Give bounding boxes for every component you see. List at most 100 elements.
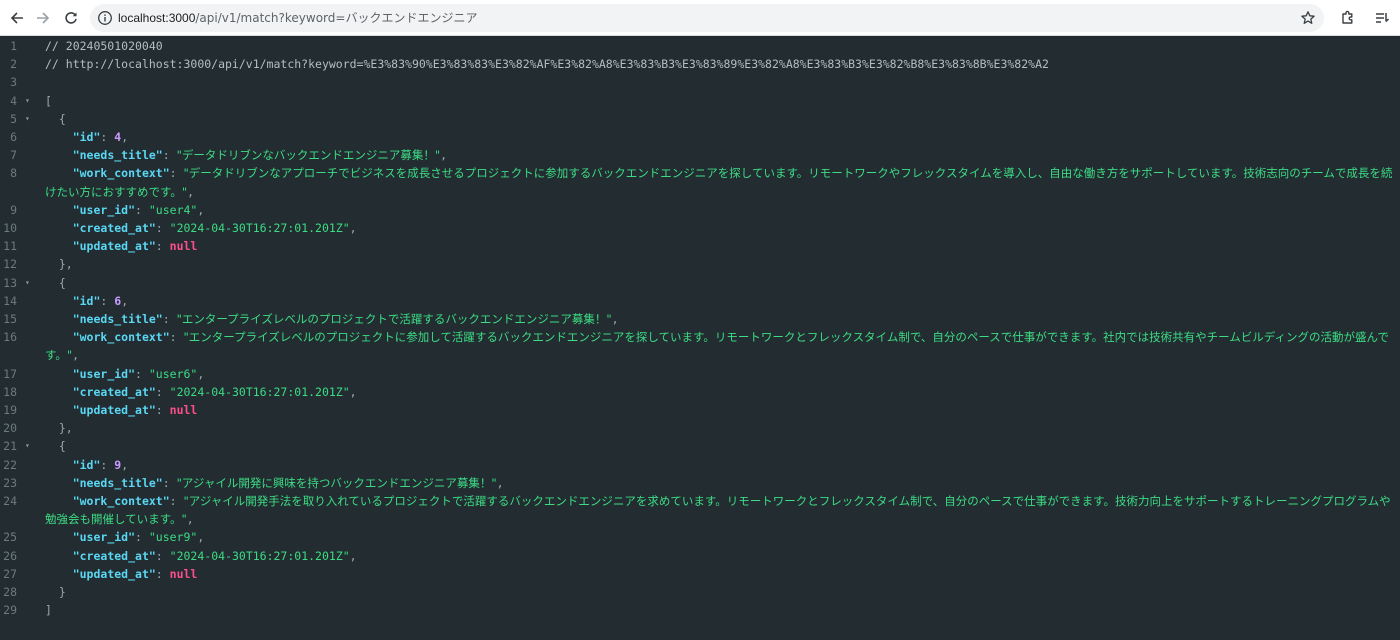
line-number: 18: [3, 384, 17, 399]
json-string: "2024-04-30T16:27:01.201Z": [169, 548, 350, 563]
line-number: 25: [3, 530, 17, 545]
object-close: },: [58, 257, 73, 272]
line-number: 5: [10, 111, 17, 126]
url-path: /api/v1/match?keyword=バックエンドエンジニア: [195, 11, 478, 25]
address-bar[interactable]: localhost:3000/api/v1/match?keyword=バックエ…: [90, 4, 1324, 32]
code-line: 2 // http://localhost:3000/api/v1/match?…: [0, 55, 1400, 73]
line-number: 10: [3, 221, 17, 236]
line-number: 22: [3, 457, 17, 472]
code-line: 7 "needs_title": "データドリブンなバックエンドエンジニア募集！…: [0, 146, 1400, 164]
json-key: "work_context": [72, 330, 170, 345]
line-number: 28: [3, 585, 17, 600]
code-line: 29 ]: [0, 601, 1400, 619]
code-line: 13 ▾ {: [0, 274, 1400, 292]
code-line: 3: [0, 73, 1400, 91]
code-line: 24 "work_context": "アジャイル開発手法を取り入れているプロジ…: [0, 492, 1400, 528]
json-string: "2024-04-30T16:27:01.201Z": [169, 221, 350, 236]
json-key: "updated_at": [72, 566, 156, 581]
line-number: 20: [3, 421, 17, 436]
code-line: 18 "created_at": "2024-04-30T16:27:01.20…: [0, 383, 1400, 401]
code-line: 27 "updated_at": null: [0, 565, 1400, 583]
line-number: 27: [3, 566, 17, 581]
code-line: 8 "work_context": "データドリブンなアプローチでビジネスを成長…: [0, 164, 1400, 200]
code-line: 11 "updated_at": null: [0, 237, 1400, 255]
json-null: null: [169, 239, 198, 254]
star-icon[interactable]: [1300, 10, 1316, 26]
url-text: localhost:3000/api/v1/match?keyword=バックエ…: [118, 4, 477, 32]
json-key: "created_at": [72, 384, 156, 399]
forward-button[interactable]: [31, 6, 55, 30]
code-line: 17 "user_id": "user6",: [0, 365, 1400, 383]
json-string: "アジャイル開発手法を取り入れているプロジェクトで活躍するバックエンドエンジニア…: [45, 494, 1391, 527]
line-number: 9: [10, 202, 17, 217]
json-key: "user_id": [72, 202, 136, 217]
browser-toolbar: localhost:3000/api/v1/match?keyword=バックエ…: [0, 0, 1400, 36]
json-key: "user_id": [72, 366, 136, 381]
line-number: 6: [10, 130, 17, 144]
line-number: 13: [3, 275, 17, 290]
json-string: "user4": [148, 202, 198, 217]
code-line: 22 "id": 9,: [0, 456, 1400, 474]
line-number: 7: [10, 148, 17, 163]
json-null: null: [169, 403, 198, 418]
fold-toggle-icon[interactable]: ▾: [25, 437, 35, 455]
line-number: 19: [3, 403, 17, 418]
extensions-button[interactable]: [1336, 6, 1360, 30]
request-url-comment: // http://localhost:3000/api/v1/match?ke…: [45, 57, 1049, 72]
reload-button[interactable]: [59, 6, 83, 30]
json-string: "データドリブンなアプローチでビジネスを成長させるプロジェクトに参加するバックエ…: [45, 166, 1393, 199]
code-line: 23 "needs_title": "アジャイル開発に興味を持つバックエンドエン…: [0, 474, 1400, 492]
line-number: 21: [3, 439, 17, 454]
fold-toggle-icon[interactable]: ▾: [25, 110, 35, 128]
code-line: 25 "user_id": "user9",: [0, 528, 1400, 546]
line-number: 14: [3, 293, 17, 308]
json-string: "アジャイル開発に興味を持つバックエンドエンジニア募集！": [176, 475, 497, 490]
line-number: 16: [3, 330, 17, 345]
back-button[interactable]: [5, 6, 29, 30]
line-number: 23: [3, 475, 17, 490]
back-arrow-icon: [10, 12, 23, 24]
line-number: 1: [10, 39, 17, 53]
code-line: 15 "needs_title": "エンタープライズレベルのプロジェクトで活躍…: [0, 310, 1400, 328]
json-key: "user_id": [72, 530, 136, 545]
code-line: 26 "created_at": "2024-04-30T16:27:01.20…: [0, 547, 1400, 565]
code-line: 6 "id": 4,: [0, 128, 1400, 146]
json-key: "updated_at": [72, 403, 156, 418]
code-line: 4 ▾ [: [0, 92, 1400, 110]
object-open: {: [58, 275, 66, 290]
code-line: 12 },: [0, 255, 1400, 273]
info-icon[interactable]: [97, 10, 113, 26]
line-number: 2: [10, 57, 17, 72]
code-line: 28 }: [0, 583, 1400, 601]
json-key: "id": [72, 130, 101, 144]
code-line: 21 ▾ {: [0, 437, 1400, 455]
array-open: [: [45, 93, 52, 108]
object-open: {: [58, 439, 66, 454]
reload-icon: [65, 12, 77, 24]
fold-toggle-icon[interactable]: ▾: [25, 274, 35, 292]
line-number: 15: [3, 312, 17, 327]
array-close: ]: [45, 603, 52, 618]
forward-arrow-icon: [37, 12, 50, 24]
code-line: 14 "id": 6,: [0, 292, 1400, 310]
line-number: 26: [3, 548, 17, 563]
json-string: "user9": [148, 530, 198, 545]
json-key: "updated_at": [72, 239, 156, 254]
line-number: 11: [3, 239, 17, 254]
json-key: "created_at": [72, 221, 156, 236]
json-key: "needs_title": [72, 475, 163, 490]
json-string: "user6": [148, 366, 198, 381]
line-number: 29: [3, 603, 17, 618]
timestamp-comment: // 20240501020040: [45, 39, 163, 53]
code-line: 1 // 20240501020040: [0, 37, 1400, 55]
code-line: 10 "created_at": "2024-04-30T16:27:01.20…: [0, 219, 1400, 237]
code-line: 5 ▾ {: [0, 110, 1400, 128]
fold-toggle-icon[interactable]: ▾: [25, 92, 35, 110]
json-viewer: 1 // 20240501020040 2 // http://localhos…: [0, 37, 1400, 619]
extensions-icon: [1342, 10, 1353, 24]
reading-list-button[interactable]: [1370, 6, 1394, 30]
line-number: 24: [3, 494, 17, 509]
code-line: 16 "work_context": "エンタープライズレベルのプロジェクトに参…: [0, 328, 1400, 364]
json-string: "エンタープライズレベルのプロジェクトで活躍するバックエンドエンジニア募集！": [176, 312, 612, 327]
line-number: 17: [3, 366, 17, 381]
